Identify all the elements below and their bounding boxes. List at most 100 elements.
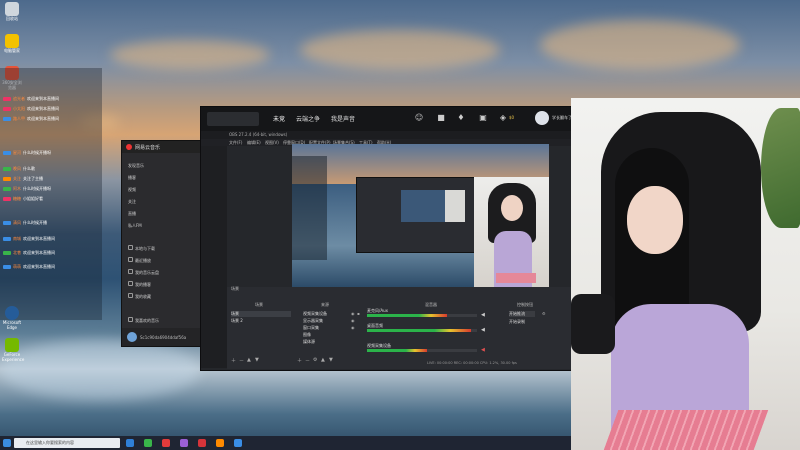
music-app-window[interactable]: 网易云音乐 发现音乐 播客 视频 关注 直播 私人FM 本地与下载 最近播放 我… [121, 140, 207, 347]
obs-left-strip [201, 146, 227, 368]
taskbar-app-obs-icon[interactable] [234, 439, 242, 447]
gear-icon[interactable]: ⚙ [313, 357, 317, 363]
controls-header: 控制按钮 [517, 302, 533, 307]
music-nav-item[interactable]: 直播 [128, 211, 136, 217]
add-icon[interactable]: ＋ [297, 357, 302, 364]
chat-text: 什么时候开播呀 [23, 150, 51, 155]
source-item[interactable]: 显示器采集 [303, 318, 323, 324]
chat-text: 欢迎来到本直播间 [23, 236, 55, 241]
taskbar-app-icon[interactable] [162, 439, 170, 447]
scene-item[interactable]: 场景 [231, 311, 291, 317]
music-user-bar[interactable]: Sc1c90da6904ddaf56a [122, 328, 206, 346]
chat-message: 萌萌 欢迎来到本直播间 [3, 264, 55, 270]
music-nav-item[interactable]: 私人FM [128, 223, 142, 229]
heart-icon [128, 317, 133, 322]
taskbar-app-netease-icon[interactable] [198, 439, 206, 447]
webcam-feed [571, 98, 800, 450]
volume-icon[interactable]: ◀ [481, 312, 485, 318]
dock-title: 场景 [231, 286, 239, 291]
start-icon[interactable] [3, 439, 11, 447]
wallet-icon[interactable]: ◈ [497, 111, 509, 125]
face [627, 186, 683, 254]
chat-username: 清风 [13, 220, 21, 225]
start-streaming-button[interactable]: 开始推流 [509, 311, 535, 317]
netease-logo-icon [126, 144, 132, 150]
music-nav-item[interactable]: 本地与下载 [128, 245, 155, 252]
source-item[interactable]: 图像 [303, 332, 311, 338]
chat-message: 追光者 欢迎来到本直播间 [3, 96, 59, 102]
music-nav-item[interactable]: 我的播客 [128, 281, 151, 288]
scene-item[interactable]: 场景 2 [231, 318, 243, 324]
game-icon[interactable]: ■ [435, 111, 447, 125]
music-nav-item[interactable]: 最近播放 [128, 257, 151, 264]
surf [0, 340, 200, 400]
menu-view[interactable]: 视图(V) [265, 139, 279, 146]
source-item[interactable]: 窗口采集 [303, 325, 319, 331]
obs-titlebar[interactable]: 未竞 云端之争 我是声音 ☺ ■ ♦ ▣ ◈ $0 学长翻车了 [201, 107, 572, 131]
desktop-icon-label: 电脑管家 [4, 48, 20, 53]
add-icon[interactable]: ＋ [231, 357, 236, 364]
taskbar-app-icon[interactable] [144, 439, 152, 447]
music-nav-item[interactable]: 播客 [128, 175, 136, 181]
user-icon[interactable]: ☺ [413, 111, 425, 125]
music-nav-item[interactable]: 我的音乐云盘 [128, 269, 159, 276]
eye-icon[interactable]: ◉ [351, 325, 355, 330]
download-icon [128, 245, 133, 250]
desktop-icon-geforce[interactable]: GeForce Experience [2, 338, 24, 362]
obs-window[interactable]: 未竞 云端之争 我是声音 ☺ ■ ♦ ▣ ◈ $0 学长翻车了 OBS 27.2… [200, 106, 573, 371]
eye-icon[interactable]: ◉ [351, 311, 355, 316]
desktop-icon-recycle-bin[interactable]: 回收站 [2, 2, 22, 21]
level-badge [3, 151, 11, 155]
menu-edit[interactable]: 编辑(E) [247, 139, 261, 146]
start-recording-button[interactable]: 开始录制 [509, 319, 525, 325]
music-nav-item[interactable]: 视频 [128, 187, 136, 193]
taskbar-app-edge-icon[interactable] [126, 439, 134, 447]
down-icon[interactable]: ▼ [329, 357, 333, 363]
down-icon[interactable]: ▼ [255, 357, 259, 363]
avatar[interactable] [535, 111, 549, 125]
menu-file[interactable]: 文件(F) [229, 139, 242, 146]
level-badge [3, 251, 11, 255]
mute-icon[interactable]: ◀ [481, 347, 485, 353]
chat-message: 清风 什么时候开播 [3, 220, 47, 226]
source-item[interactable]: 视频采集设备 [303, 311, 327, 317]
desktop-icon-label: 回收站 [6, 16, 18, 21]
remove-icon[interactable]: － [239, 357, 244, 364]
music-app-title: 网易云音乐 [135, 144, 161, 151]
preview-nested-obs [356, 177, 475, 253]
chat-username: 晚风 [13, 166, 21, 171]
avatar[interactable] [127, 332, 137, 342]
level-badge [3, 237, 11, 241]
tab-home[interactable]: 未竞 [273, 114, 285, 123]
chat-message: 路人甲 欢迎来到本直播间 [3, 116, 59, 122]
up-icon[interactable]: ▲ [321, 357, 325, 363]
controller-icon[interactable]: ♦ [455, 111, 467, 125]
liked-songs-item[interactable]: 我喜欢的音乐 [128, 317, 159, 324]
chat-text: 欢迎来到本直播间 [27, 96, 59, 101]
chat-text: 什么歌 [23, 166, 35, 171]
tab-voice[interactable]: 我是声音 [331, 114, 355, 123]
up-icon[interactable]: ▲ [247, 357, 251, 363]
tab-cloud[interactable]: 云端之争 [296, 114, 320, 123]
taskbar-app-icon[interactable] [180, 439, 188, 447]
eye-icon[interactable]: ◉ [351, 318, 355, 323]
gear-icon[interactable]: ⚙ [542, 311, 546, 316]
taskbar-search[interactable]: 在这里输入你要搜索的内容 [14, 438, 120, 448]
music-nav-item[interactable]: 关注 [128, 199, 136, 205]
chat-text: 小姐姐好看 [23, 196, 43, 201]
source-item[interactable]: 媒体源 [303, 339, 315, 345]
desktop-icon-label: Microsoft Edge [2, 320, 22, 330]
music-titlebar[interactable]: 网易云音乐 [122, 141, 206, 153]
lock-icon[interactable]: ▪ [357, 311, 360, 316]
level-badge [3, 197, 11, 201]
level-badge [3, 107, 11, 111]
music-nav-item[interactable]: 发现音乐 [128, 163, 144, 169]
music-nav-item[interactable]: 我的收藏 [128, 293, 151, 300]
desktop-icon-pc-manager[interactable]: 电脑管家 [2, 34, 22, 53]
taskbar-app-icon[interactable] [216, 439, 224, 447]
remove-icon[interactable]: － [305, 357, 310, 364]
volume-icon[interactable]: ◀ [481, 327, 485, 333]
chat-text: 欢迎来到本直播间 [23, 264, 55, 269]
obs-preview-canvas[interactable] [292, 144, 549, 287]
gift-icon[interactable]: ▣ [477, 111, 489, 125]
